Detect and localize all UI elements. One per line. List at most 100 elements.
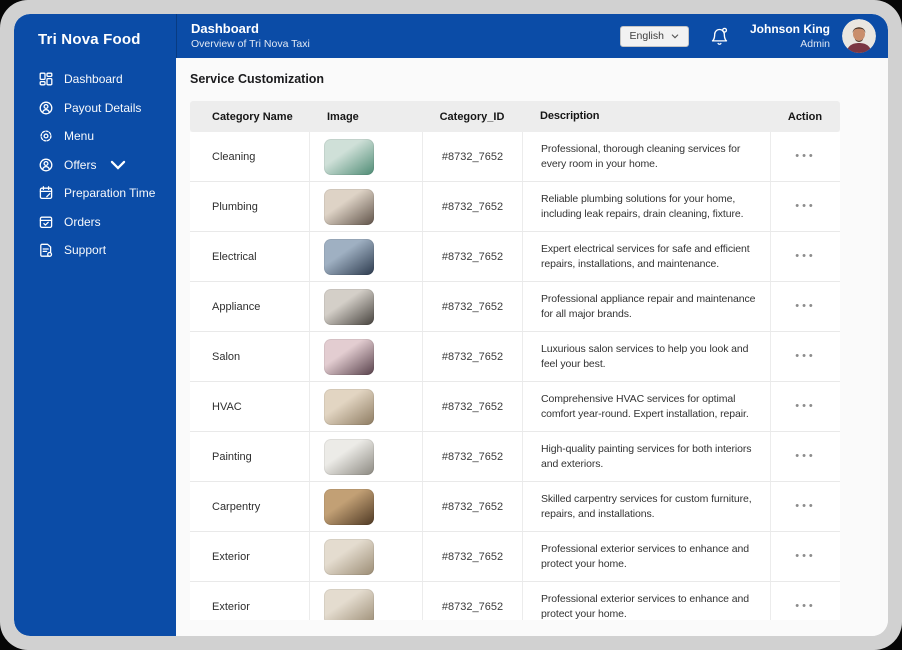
sidebar-nav: Dashboard Payout Details Menu Offers Pre… xyxy=(14,65,176,265)
table-header-row: Category Name Image Category_ID Descript… xyxy=(190,101,840,132)
page-title: Dashboard xyxy=(191,21,259,37)
category-thumbnail-image xyxy=(324,488,374,525)
table-row: Exterior #8732_7652 Professional exterio… xyxy=(190,532,840,582)
category-id-cell: #8732_7652 xyxy=(422,182,522,231)
menu-icon xyxy=(38,128,54,144)
sidebar-item-offers[interactable]: Offers xyxy=(14,151,176,180)
category-id-cell: #8732_7652 xyxy=(422,582,522,620)
sidebar-item-payout-details[interactable]: Payout Details xyxy=(14,94,176,123)
sidebar-item-dashboard[interactable]: Dashboard xyxy=(14,65,176,94)
top-header: Dashboard Overview of Tri Nova Taxi Engl… xyxy=(176,14,888,58)
page-subtitle: Overview of Tri Nova Taxi xyxy=(191,38,310,51)
avatar[interactable] xyxy=(842,19,876,53)
category-thumbnail-image xyxy=(324,538,374,575)
table-row: Exterior #8732_7652 Professional exterio… xyxy=(190,582,840,620)
dashboard-icon xyxy=(38,71,54,87)
row-actions-button[interactable]: ••• xyxy=(793,397,818,416)
row-actions-button[interactable]: ••• xyxy=(793,547,818,566)
category-id-cell: #8732_7652 xyxy=(422,282,522,331)
category-image-cell xyxy=(309,432,422,481)
table-body: Cleaning #8732_7652 Professional, thorou… xyxy=(190,132,840,620)
sidebar-item-menu[interactable]: Menu xyxy=(14,122,176,151)
category-description-cell: High-quality painting services for both … xyxy=(522,432,770,481)
sidebar-item-label: Menu xyxy=(64,129,95,144)
table-row: Painting #8732_7652 High-quality paintin… xyxy=(190,432,840,482)
row-actions-button[interactable]: ••• xyxy=(793,497,818,516)
sidebar-item-preparation-time[interactable]: Preparation Time xyxy=(14,179,176,208)
category-name-cell: Exterior xyxy=(212,550,250,563)
action-cell: ••• xyxy=(770,132,840,181)
category-id-cell: #8732_7652 xyxy=(422,532,522,581)
category-thumbnail-image xyxy=(324,138,374,175)
category-id-cell: #8732_7652 xyxy=(422,482,522,531)
category-image-cell xyxy=(309,332,422,381)
user-name: Johnson King xyxy=(750,21,830,36)
row-actions-button[interactable]: ••• xyxy=(793,447,818,466)
sidebar-item-support[interactable]: Support xyxy=(14,236,176,265)
app-window: Tri Nova Food Dashboard Payout Details M… xyxy=(14,14,888,636)
category-image-cell xyxy=(309,282,422,331)
column-header-category-id: Category_ID xyxy=(439,110,505,123)
row-actions-button[interactable]: ••• xyxy=(793,197,818,216)
category-description-cell: Skilled carpentry services for custom fu… xyxy=(522,482,770,531)
row-actions-button[interactable]: ••• xyxy=(793,247,818,266)
category-id-cell: #8732_7652 xyxy=(422,382,522,431)
sidebar-item-label: Preparation Time xyxy=(64,186,156,201)
sidebar: Tri Nova Food Dashboard Payout Details M… xyxy=(14,14,176,636)
chevron-down-icon xyxy=(671,30,679,42)
category-image-cell xyxy=(309,382,422,431)
action-cell: ••• xyxy=(770,432,840,481)
table-row: Plumbing #8732_7652 Reliable plumbing so… xyxy=(190,182,840,232)
category-description-cell: Comprehensive HVAC services for optimal … xyxy=(522,382,770,431)
table-row: Electrical #8732_7652 Expert electrical … xyxy=(190,232,840,282)
action-cell: ••• xyxy=(770,582,840,620)
row-actions-button[interactable]: ••• xyxy=(793,347,818,366)
support-icon xyxy=(38,242,54,258)
table-row: Cleaning #8732_7652 Professional, thorou… xyxy=(190,132,840,182)
category-image-cell xyxy=(309,182,422,231)
category-image-cell xyxy=(309,582,422,620)
language-selector[interactable]: English xyxy=(619,25,689,47)
table-row: Appliance #8732_7652 Professional applia… xyxy=(190,282,840,332)
action-cell: ••• xyxy=(770,382,840,431)
preparation-time-icon xyxy=(38,185,54,201)
language-value: English xyxy=(629,30,664,42)
row-actions-button[interactable]: ••• xyxy=(793,597,818,616)
category-name-cell: Exterior xyxy=(212,600,250,613)
row-actions-button[interactable]: ••• xyxy=(793,297,818,316)
category-description-cell: Professional exterior services to enhanc… xyxy=(522,532,770,581)
category-image-cell xyxy=(309,132,422,181)
sidebar-item-label: Support xyxy=(64,243,107,258)
category-thumbnail-image xyxy=(324,288,374,325)
offers-icon xyxy=(38,157,54,173)
row-actions-button[interactable]: ••• xyxy=(793,147,818,166)
sidebar-item-orders[interactable]: Orders xyxy=(14,208,176,237)
category-thumbnail-image xyxy=(324,188,374,225)
sidebar-item-label: Dashboard xyxy=(64,72,123,87)
category-thumbnail-image xyxy=(324,338,374,375)
category-description-cell: Professional, thorough cleaning services… xyxy=(522,132,770,181)
user-role: Admin xyxy=(800,37,830,50)
category-name-cell: Cleaning xyxy=(212,150,256,163)
category-image-cell xyxy=(309,232,422,281)
action-cell: ••• xyxy=(770,182,840,231)
action-cell: ••• xyxy=(770,282,840,331)
notification-bell-icon[interactable] xyxy=(709,26,730,47)
service-table: Category Name Image Category_ID Descript… xyxy=(190,101,840,620)
category-image-cell xyxy=(309,482,422,531)
section-title: Service Customization xyxy=(190,72,325,86)
sidebar-item-label: Payout Details xyxy=(64,100,142,115)
category-name-cell: HVAC xyxy=(212,400,242,413)
table-row: HVAC #8732_7652 Comprehensive HVAC servi… xyxy=(190,382,840,432)
category-id-cell: #8732_7652 xyxy=(422,132,522,181)
category-image-cell xyxy=(309,532,422,581)
category-id-cell: #8732_7652 xyxy=(422,332,522,381)
category-thumbnail-image xyxy=(324,588,374,620)
table-row: Salon #8732_7652 Luxurious salon service… xyxy=(190,332,840,382)
category-thumbnail-image xyxy=(324,238,374,275)
category-description-cell: Professional exterior services to enhanc… xyxy=(522,582,770,620)
category-thumbnail-image xyxy=(324,438,374,475)
column-header-image: Image xyxy=(327,110,359,123)
column-header-action: Action xyxy=(787,110,823,123)
window-bezel: Tri Nova Food Dashboard Payout Details M… xyxy=(0,0,902,650)
